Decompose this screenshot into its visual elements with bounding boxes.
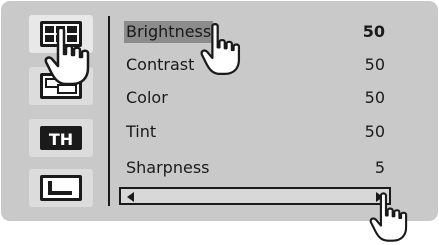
menu-row-sharpness[interactable]: Sharpness 5 xyxy=(119,155,389,181)
hand-pointer-icon xyxy=(44,26,90,86)
menu-row-color[interactable]: Color 50 xyxy=(119,85,389,111)
menu-row-brightness[interactable]: Brightness 50 xyxy=(119,19,389,45)
menu-row-value: 50 xyxy=(364,122,385,141)
menu-row-value: 50 xyxy=(364,55,385,74)
menu-divider xyxy=(108,16,110,206)
hand-pointer-icon xyxy=(369,192,408,242)
menu-row-value: 50 xyxy=(362,22,385,41)
sidebar-item-setup[interactable] xyxy=(29,169,93,207)
svg-text:TH: TH xyxy=(49,130,73,149)
adjustment-slider[interactable] xyxy=(119,187,391,205)
menu-row-tint[interactable]: Tint 50 xyxy=(119,119,389,145)
menu-row-label: Contrast xyxy=(126,55,195,74)
sidebar-item-tint[interactable]: TH xyxy=(29,119,93,157)
menu-row-value: 5 xyxy=(374,158,385,177)
menu-row-label: Sharpness xyxy=(126,158,210,177)
setup-menu-icon xyxy=(40,175,82,201)
menu-row-label: Tint xyxy=(126,122,157,141)
menu-row-value: 50 xyxy=(364,88,385,107)
tint-menu-icon: TH xyxy=(40,126,82,150)
left-arrow-icon[interactable] xyxy=(127,192,134,202)
menu-row-contrast[interactable]: Contrast 50 xyxy=(119,52,389,78)
hand-pointer-icon xyxy=(200,23,241,75)
menu-row-label: Color xyxy=(126,88,168,107)
